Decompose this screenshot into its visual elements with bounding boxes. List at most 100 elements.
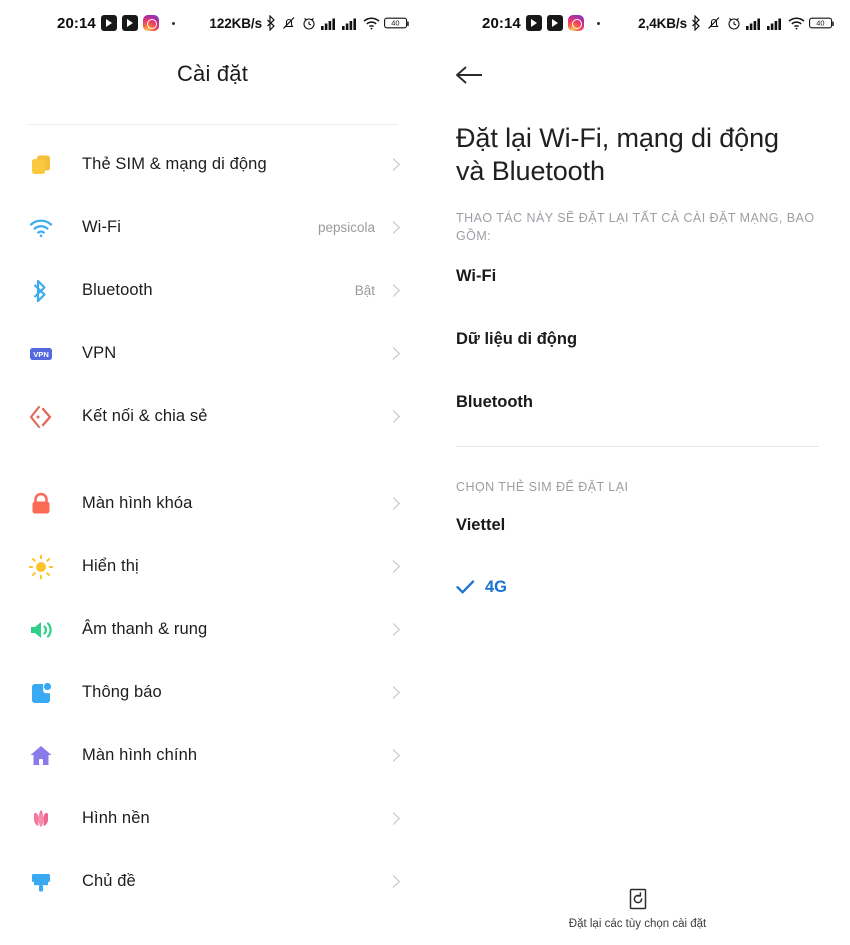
sidebar-item-label: Màn hình khóa [82, 494, 193, 512]
status-bar-right-group: 2,4KB/s 40 [638, 15, 836, 31]
sidebar-item-connection-sharing[interactable]: Kết nối & chia sẻ [0, 385, 425, 448]
alarm-icon [303, 18, 315, 30]
instagram-icon [142, 15, 159, 31]
instagram-icon [567, 15, 584, 31]
sim-option-label: Viettel [456, 515, 506, 534]
sidebar-item-label: Bluetooth [82, 281, 153, 299]
sidebar-item-value: pepsicola [317, 220, 375, 235]
vpn-icon: VPN [24, 337, 58, 371]
sidebar-item-label: Chủ đề [82, 872, 136, 890]
wifi-icon [363, 17, 380, 30]
sim-selection-caption: CHỌN THẺ SIM ĐỂ ĐẶT LẠI [456, 480, 629, 495]
group-divider [0, 448, 425, 472]
mute-bell-icon [708, 17, 720, 29]
status-bar-right-group: 122KB/s 40 [209, 15, 411, 31]
sidebar-item-sim[interactable]: Thẻ SIM & mạng di động [0, 133, 425, 196]
status-time: 20:14 [57, 14, 96, 32]
reset-item-mobile-data: Dữ liệu di động [456, 330, 578, 349]
check-icon [456, 579, 475, 595]
chevron-right-icon [387, 686, 400, 699]
network-speed: 122KB/s [209, 15, 262, 31]
battery-icon: 40 [809, 17, 834, 29]
battery-icon: 40 [384, 17, 409, 29]
sidebar-item-label: Hình nền [82, 809, 150, 827]
sidebar-item-label: VPN [82, 344, 117, 362]
sidebar-item-label: Thẻ SIM & mạng di động [82, 155, 267, 173]
brightness-icon [24, 550, 58, 584]
battery-level: 40 [816, 19, 824, 28]
bluetooth-icon [24, 274, 58, 308]
wifi-icon [24, 211, 58, 245]
dual-screenshot: 20:14 122KB/s 40 Cài đặt Thẻ SIM & mạng … [0, 0, 850, 945]
alarm-icon [728, 18, 740, 30]
signal-icon [321, 18, 335, 30]
paintbrush-icon [24, 865, 58, 899]
youtube-icon [546, 15, 563, 31]
lock-icon [24, 487, 58, 521]
reset-settings-label: Đặt lại các tùy chọn cài đặt [568, 918, 707, 931]
separator-dot-icon [171, 21, 175, 25]
back-arrow-icon [456, 66, 482, 84]
status-bar-left: 20:14 122KB/s 40 [0, 0, 425, 46]
sidebar-item-wallpaper[interactable]: Hình nền [0, 787, 425, 850]
chevron-right-icon [387, 497, 400, 510]
sidebar-item-homescreen[interactable]: Màn hình chính [0, 724, 425, 787]
sidebar-item-label: Kết nối & chia sẻ [82, 407, 208, 425]
sidebar-item-wifi[interactable]: Wi-Fi pepsicola [0, 196, 425, 259]
sidebar-item-value: Bật [354, 283, 375, 298]
reset-description-caption: THAO TÁC NÀY SẼ ĐẶT LẠI TẤT CẢ CÀI ĐẶT M… [456, 210, 815, 243]
notification-icon [24, 676, 58, 710]
reset-settings-button[interactable]: Đặt lại các tùy chọn cài đặt [425, 887, 850, 933]
settings-screen: 20:14 122KB/s 40 Cài đặt Thẻ SIM & mạng … [0, 0, 425, 945]
back-button[interactable] [455, 52, 501, 98]
wifi-icon [788, 17, 805, 30]
speaker-icon [24, 613, 58, 647]
svg-text:VPN: VPN [33, 350, 49, 359]
chevron-right-icon [387, 749, 400, 762]
sim-option-label: 4G [485, 577, 508, 596]
status-bar-right: 20:14 2,4KB/s 40 [425, 0, 850, 46]
page-title: Đặt lại Wi-Fi, mạng di động và Bluetooth [456, 123, 779, 186]
chevron-right-icon [387, 158, 400, 171]
bluetooth-icon [267, 15, 275, 31]
sim-option-viettel[interactable]: Viettel [425, 494, 850, 556]
sidebar-item-display[interactable]: Hiển thị [0, 535, 425, 598]
chevron-right-icon [387, 284, 400, 297]
status-time: 20:14 [482, 14, 521, 32]
sidebar-item-lockscreen[interactable]: Màn hình khóa [0, 472, 425, 535]
sidebar-item-themes[interactable]: Chủ đề [0, 850, 425, 913]
sidebar-item-label: Âm thanh & rung [82, 620, 208, 638]
chevron-right-icon [387, 560, 400, 573]
chevron-right-icon [387, 410, 400, 423]
sidebar-item-label: Hiển thị [82, 557, 139, 575]
settings-list: Thẻ SIM & mạng di động Wi-Fi pepsicola B… [0, 125, 425, 913]
chevron-right-icon [387, 347, 400, 360]
home-icon [24, 739, 58, 773]
chevron-right-icon [387, 875, 400, 888]
sidebar-item-label: Màn hình chính [82, 746, 198, 764]
battery-level: 40 [391, 19, 399, 28]
sidebar-item-notifications[interactable]: Thông báo [0, 661, 425, 724]
tulip-icon [24, 802, 58, 836]
sidebar-item-bluetooth[interactable]: Bluetooth Bật [0, 259, 425, 322]
youtube-icon [121, 15, 138, 31]
chevron-right-icon [387, 812, 400, 825]
signal-icon [746, 18, 760, 30]
share-icon [24, 400, 58, 434]
sidebar-item-label: Wi-Fi [82, 218, 121, 236]
sidebar-item-vpn[interactable]: VPN VPN [0, 322, 425, 385]
reset-item-wifi: Wi-Fi [456, 267, 497, 286]
sidebar-item-sound[interactable]: Âm thanh & rung [0, 598, 425, 661]
chevron-right-icon [387, 623, 400, 636]
bluetooth-icon [692, 15, 700, 31]
network-reset-screen: 20:14 2,4KB/s 40 Đặt lại Wi-Fi, mạng di … [425, 0, 850, 945]
page-title: Cài đặt [176, 61, 249, 86]
network-speed: 2,4KB/s [638, 15, 687, 31]
youtube-icon [525, 15, 542, 31]
sim-card-icon [24, 148, 58, 182]
separator-dot-icon [596, 21, 600, 25]
signal-icon [767, 18, 781, 30]
sidebar-item-label: Thông báo [82, 683, 162, 701]
reset-icon [628, 887, 648, 911]
sim-option-4g[interactable]: 4G [425, 556, 850, 618]
